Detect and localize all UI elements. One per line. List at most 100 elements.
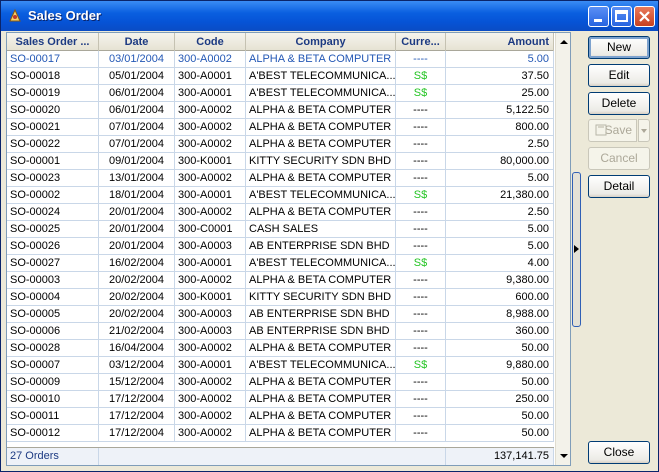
- cell-sales-order: SO-00006: [7, 323, 99, 339]
- cell-code: 300-A0002: [175, 51, 246, 67]
- panel-splitter[interactable]: [572, 32, 581, 466]
- column-header-currency[interactable]: Curre...: [396, 33, 446, 51]
- table-row[interactable]: SO-00002 18/01/2004 300-A0001 A'BEST TELECO…: [7, 187, 554, 204]
- scroll-up-icon[interactable]: [557, 35, 571, 49]
- chevron-down-icon: [641, 129, 647, 133]
- cell-amount: 9,380.00: [446, 272, 554, 288]
- vertical-scrollbar[interactable]: [555, 33, 571, 465]
- table-row[interactable]: SO-00024 20/01/2004 300-A0002 ALPHA & BETA …: [7, 204, 554, 221]
- table-row[interactable]: SO-00019 06/01/2004 300-A0001 A'BEST TELECO…: [7, 85, 554, 102]
- column-header-amount[interactable]: Amount: [446, 33, 554, 51]
- cell-date: 17/12/2004: [99, 425, 175, 441]
- table-row[interactable]: SO-00010 17/12/2004 300-A0002 ALPHA & BETA …: [7, 391, 554, 408]
- cell-currency: S$: [396, 68, 446, 84]
- amount-total: 137,141.75: [446, 448, 554, 465]
- table-row[interactable]: SO-00009 15/12/2004 300-A0002 ALPHA & BETA …: [7, 374, 554, 391]
- table-row[interactable]: SO-00012 17/12/2004 300-A0002 ALPHA & BETA …: [7, 425, 554, 442]
- cell-sales-order: SO-00023: [7, 170, 99, 186]
- table-row[interactable]: SO-00027 16/02/2004 300-A0001 A'BEST TELECO…: [7, 255, 554, 272]
- delete-button[interactable]: Delete: [588, 92, 650, 115]
- close-window-button[interactable]: [634, 6, 655, 27]
- delete-button-label: Delete: [601, 96, 637, 110]
- table-row[interactable]: SO-00026 20/01/2004 300-A0003 AB ENTERPRISE…: [7, 238, 554, 255]
- cell-code: 300-A0001: [175, 357, 246, 373]
- cell-currency: ----: [396, 221, 446, 237]
- cell-sales-order: SO-00027: [7, 255, 99, 271]
- cell-amount: 8,988.00: [446, 306, 554, 322]
- cell-company: AB ENTERPRISE SDN BHD: [246, 238, 396, 254]
- cell-amount: 5.00: [446, 170, 554, 186]
- cell-sales-order: SO-00018: [7, 68, 99, 84]
- table-row[interactable]: SO-00020 06/01/2004 300-A0002 ALPHA & BETA …: [7, 102, 554, 119]
- cell-amount: 800.00: [446, 119, 554, 135]
- table-row[interactable]: SO-00007 03/12/2004 300-A0001 A'BEST TELECO…: [7, 357, 554, 374]
- cell-code: 300-A0002: [175, 119, 246, 135]
- cell-date: 03/12/2004: [99, 357, 175, 373]
- cell-date: 06/01/2004: [99, 102, 175, 118]
- table-row[interactable]: SO-00003 20/02/2004 300-A0002 ALPHA & BETA …: [7, 272, 554, 289]
- cell-sales-order: SO-00024: [7, 204, 99, 220]
- cell-date: 13/01/2004: [99, 170, 175, 186]
- cell-sales-order: SO-00021: [7, 119, 99, 135]
- table-row[interactable]: SO-00023 13/01/2004 300-A0002 ALPHA & BETA …: [7, 170, 554, 187]
- table-row[interactable]: SO-00006 21/02/2004 300-A0003 AB ENTERPRISE…: [7, 323, 554, 340]
- cell-sales-order: SO-00022: [7, 136, 99, 152]
- table-row[interactable]: SO-00011 17/12/2004 300-A0002 ALPHA & BETA …: [7, 408, 554, 425]
- cell-code: 300-A0001: [175, 255, 246, 271]
- cell-date: 09/01/2004: [99, 153, 175, 169]
- minimize-button[interactable]: [588, 6, 609, 27]
- table-row[interactable]: SO-00018 05/01/2004 300-A0001 A'BEST TELECO…: [7, 68, 554, 85]
- column-header-code[interactable]: Code: [175, 33, 246, 51]
- column-header-date[interactable]: Date: [99, 33, 175, 51]
- cell-date: 03/01/2004: [99, 51, 175, 67]
- cell-amount: 600.00: [446, 289, 554, 305]
- cell-company: ALPHA & BETA COMPUTER: [246, 391, 396, 407]
- save-button[interactable]: Save: [588, 119, 637, 142]
- cell-company: ALPHA & BETA COMPUTER: [246, 102, 396, 118]
- maximize-button[interactable]: [611, 6, 632, 27]
- title-bar[interactable]: Sales Order: [1, 1, 658, 31]
- table-row[interactable]: SO-00017 03/01/2004 300-A0002 ALPHA & BETA …: [7, 51, 554, 68]
- cell-code: 300-A0002: [175, 391, 246, 407]
- cell-currency: ----: [396, 391, 446, 407]
- close-icon: [639, 11, 650, 22]
- cell-sales-order: SO-00025: [7, 221, 99, 237]
- table-row[interactable]: SO-00004 20/02/2004 300-K0001 KITTY SECURIT…: [7, 289, 554, 306]
- cancel-button-label: Cancel: [600, 151, 638, 165]
- cell-company: ALPHA & BETA COMPUTER: [246, 204, 396, 220]
- save-button-group: Save: [588, 119, 650, 142]
- new-button[interactable]: New: [588, 36, 650, 59]
- cell-currency: S$: [396, 357, 446, 373]
- table-row[interactable]: SO-00001 09/01/2004 300-K0001 KITTY SECURIT…: [7, 153, 554, 170]
- cell-date: 17/12/2004: [99, 391, 175, 407]
- cell-company: ALPHA & BETA COMPUTER: [246, 340, 396, 356]
- new-button-label: New: [606, 40, 631, 54]
- table-row[interactable]: SO-00025 20/01/2004 300-C0001 CASH SALES ---…: [7, 221, 554, 238]
- cell-company: A'BEST TELECOMMUNICA...: [246, 187, 396, 203]
- cell-amount: 21,380.00: [446, 187, 554, 203]
- cell-date: 16/02/2004: [99, 255, 175, 271]
- table-row[interactable]: SO-00005 20/02/2004 300-A0003 AB ENTERPRISE…: [7, 306, 554, 323]
- cell-company: ALPHA & BETA COMPUTER: [246, 136, 396, 152]
- cell-currency: ----: [396, 306, 446, 322]
- cell-amount: 9,880.00: [446, 357, 554, 373]
- cell-amount: 5,122.50: [446, 102, 554, 118]
- cell-company: A'BEST TELECOMMUNICA...: [246, 357, 396, 373]
- column-header-company[interactable]: Company: [246, 33, 396, 51]
- table-row[interactable]: SO-00028 16/04/2004 300-A0002 ALPHA & BETA …: [7, 340, 554, 357]
- table-row[interactable]: SO-00022 07/01/2004 300-A0002 ALPHA & BETA …: [7, 136, 554, 153]
- chevron-right-icon[interactable]: [573, 244, 580, 254]
- cell-amount: 5.00: [446, 238, 554, 254]
- table-row[interactable]: SO-00021 07/01/2004 300-A0002 ALPHA & BETA …: [7, 119, 554, 136]
- cell-code: 300-C0001: [175, 221, 246, 237]
- column-header-sales-order[interactable]: Sales Order ...: [7, 33, 99, 51]
- detail-button[interactable]: Detail: [588, 175, 650, 198]
- edit-button[interactable]: Edit: [588, 64, 650, 87]
- cell-company: ALPHA & BETA COMPUTER: [246, 170, 396, 186]
- scroll-down-icon[interactable]: [557, 449, 571, 463]
- save-dropdown-button[interactable]: [638, 119, 650, 142]
- cell-code: 300-A0001: [175, 187, 246, 203]
- close-button[interactable]: Close: [588, 441, 650, 464]
- cell-company: ALPHA & BETA COMPUTER: [246, 425, 396, 441]
- cancel-button[interactable]: Cancel: [588, 147, 650, 170]
